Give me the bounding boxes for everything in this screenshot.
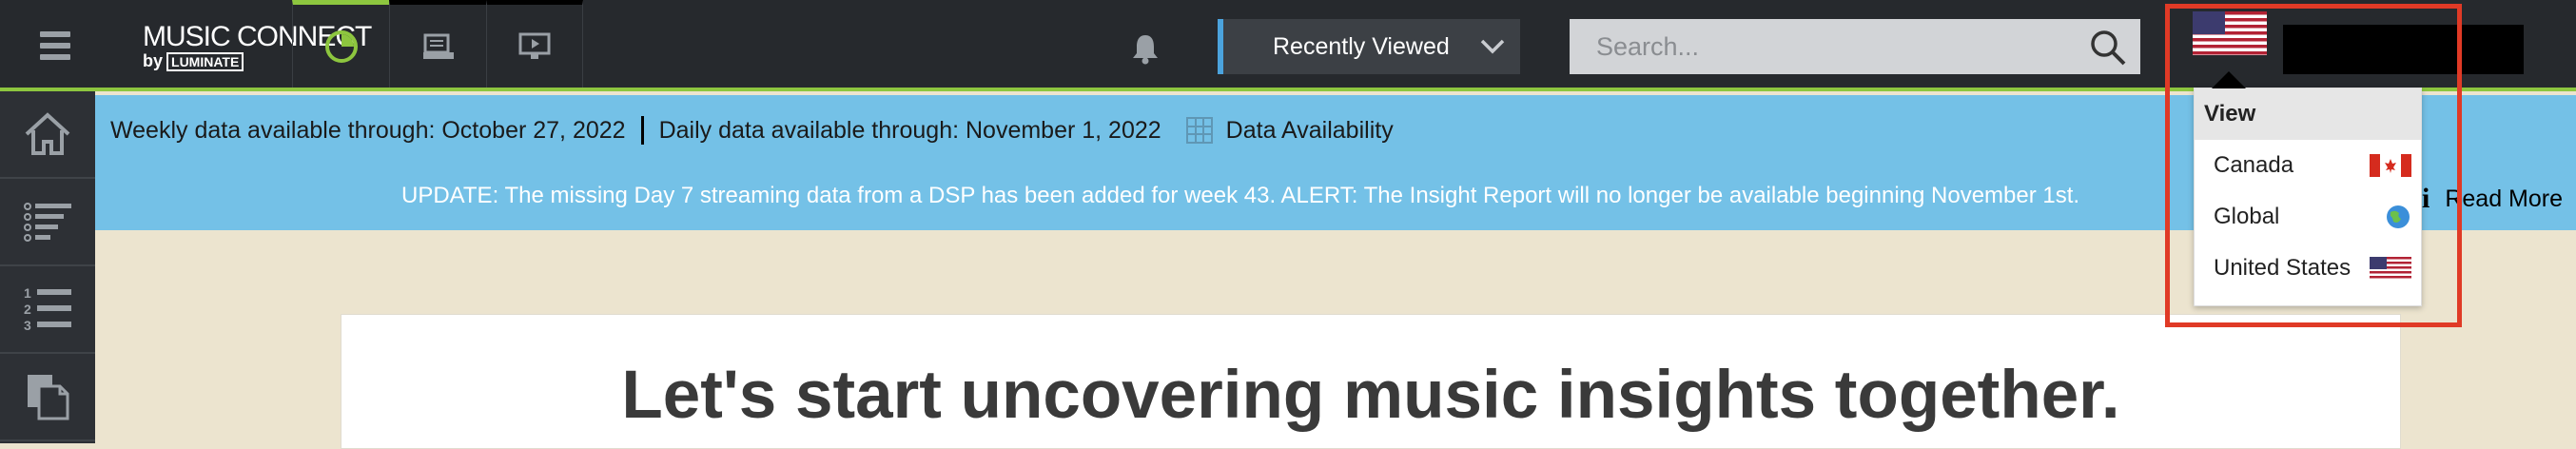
- alert-message: UPDATE: The missing Day 7 streaming data…: [401, 183, 2080, 208]
- menu-button[interactable]: [0, 0, 110, 91]
- monitor-play-icon: [518, 32, 551, 59]
- numbered-list-icon: 1 2 3: [24, 285, 71, 333]
- sidebar-item-charts[interactable]: 1 2 3: [0, 266, 95, 354]
- svg-text:2: 2: [24, 302, 31, 317]
- sidebar: 1 2 3: [0, 91, 95, 443]
- documents-icon: [28, 375, 69, 420]
- welcome-card: Let's start uncovering music insights to…: [341, 314, 2401, 449]
- nav-dashboard-button[interactable]: [292, 0, 389, 88]
- page-headline: Let's start uncovering music insights to…: [621, 358, 2120, 433]
- reports-icon: [422, 33, 454, 59]
- svg-text:1: 1: [24, 285, 31, 301]
- read-more-label: Read More: [2445, 185, 2564, 212]
- recently-viewed-label: Recently Viewed: [1273, 32, 1450, 60]
- chevron-down-icon: [1480, 39, 1505, 54]
- divider: [640, 116, 644, 145]
- data-availability-link[interactable]: Data Availability: [1226, 117, 1394, 145]
- sidebar-item-lists[interactable]: [0, 179, 95, 266]
- pie-chart-icon: [324, 29, 358, 63]
- nav-presentation-button[interactable]: [486, 0, 583, 88]
- grid-icon: [1185, 117, 1213, 144]
- nav-reports-button[interactable]: [389, 0, 486, 88]
- logo-by: by: [143, 51, 164, 70]
- logo-brand: LUMINATE: [166, 52, 244, 71]
- svg-text:3: 3: [24, 318, 31, 333]
- hamburger-icon: [40, 26, 70, 66]
- daily-data-text: Daily data available through: November 1…: [658, 116, 1161, 144]
- home-icon: [25, 112, 70, 155]
- notifications-bell-icon[interactable]: [1130, 32, 1161, 69]
- sidebar-item-home[interactable]: [0, 91, 95, 179]
- recently-viewed-dropdown[interactable]: Recently Viewed: [1218, 19, 1520, 74]
- weekly-data-text: Weekly data available through: October 2…: [110, 116, 626, 144]
- search-icon[interactable]: [2089, 29, 2127, 67]
- bulleted-list-icon: [24, 203, 71, 242]
- search-input[interactable]: [1570, 19, 2140, 74]
- sidebar-item-documents[interactable]: [0, 354, 95, 441]
- highlight-box: [2165, 4, 2462, 327]
